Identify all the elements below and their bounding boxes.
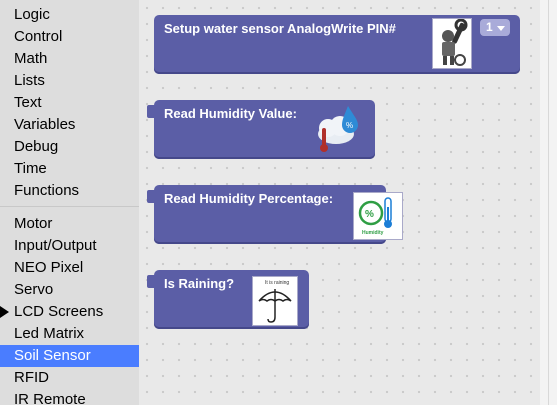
expand-arrow-icon[interactable]: [0, 306, 9, 318]
svg-text:%: %: [346, 121, 353, 130]
scrollbar-rail: [548, 0, 549, 405]
category-lcd-screens[interactable]: LCD Screens: [0, 301, 139, 323]
category-led-matrix[interactable]: Led Matrix: [0, 323, 139, 345]
category-control[interactable]: Control: [0, 26, 139, 48]
output-connector: [147, 275, 155, 288]
pin-dropdown[interactable]: 1: [480, 19, 510, 36]
setup-water-sensor-block[interactable]: Setup water sensor AnalogWrite PIN# 1: [154, 15, 520, 74]
humidity-gauge-icon: % Humidity: [353, 192, 403, 240]
category-input-output[interactable]: Input/Output: [0, 235, 139, 257]
category-ir-remote[interactable]: IR Remote: [0, 389, 139, 405]
category-sidebar: Logic Control Math Lists Text Variables …: [0, 0, 139, 405]
is-raining-label: Is Raining?: [164, 276, 235, 291]
cloud-thermometer-drop-icon: %: [310, 104, 362, 154]
read-humidity-value-block[interactable]: Read Humidity Value: %: [147, 100, 375, 159]
category-separator: [0, 206, 139, 207]
output-connector: [147, 190, 155, 203]
category-functions[interactable]: Functions: [0, 180, 139, 202]
category-motor[interactable]: Motor: [0, 213, 139, 235]
svg-text:%: %: [365, 209, 374, 220]
category-lists[interactable]: Lists: [0, 70, 139, 92]
humidity-icon-caption: Humidity: [362, 230, 384, 236]
category-rfid[interactable]: RFID: [0, 367, 139, 389]
category-soil-sensor[interactable]: Soil Sensor: [0, 345, 139, 367]
humidity-value-label: Read Humidity Value:: [164, 106, 297, 121]
category-debug[interactable]: Debug: [0, 136, 139, 158]
category-servo[interactable]: Servo: [0, 279, 139, 301]
chevron-down-icon: [497, 26, 505, 31]
wrench-robot-icon: [432, 18, 472, 69]
read-humidity-percentage-block[interactable]: Read Humidity Percentage: % Humidity: [147, 185, 403, 244]
category-time[interactable]: Time: [0, 158, 139, 180]
category-neo-pixel[interactable]: NEO Pixel: [0, 257, 139, 279]
is-raining-block[interactable]: Is Raining? It is raining: [147, 270, 309, 329]
category-variables[interactable]: Variables: [0, 114, 139, 136]
category-lcd-screens-label: LCD Screens: [14, 303, 104, 320]
category-text[interactable]: Text: [0, 92, 139, 114]
setup-block-label: Setup water sensor AnalogWrite PIN#: [164, 21, 396, 36]
humidity-percentage-label: Read Humidity Percentage:: [164, 191, 334, 206]
umbrella-icon: It is raining: [252, 276, 298, 326]
category-logic[interactable]: Logic: [0, 4, 139, 26]
category-math[interactable]: Math: [0, 48, 139, 70]
pin-dropdown-value: 1: [486, 20, 493, 34]
output-connector: [147, 105, 155, 118]
